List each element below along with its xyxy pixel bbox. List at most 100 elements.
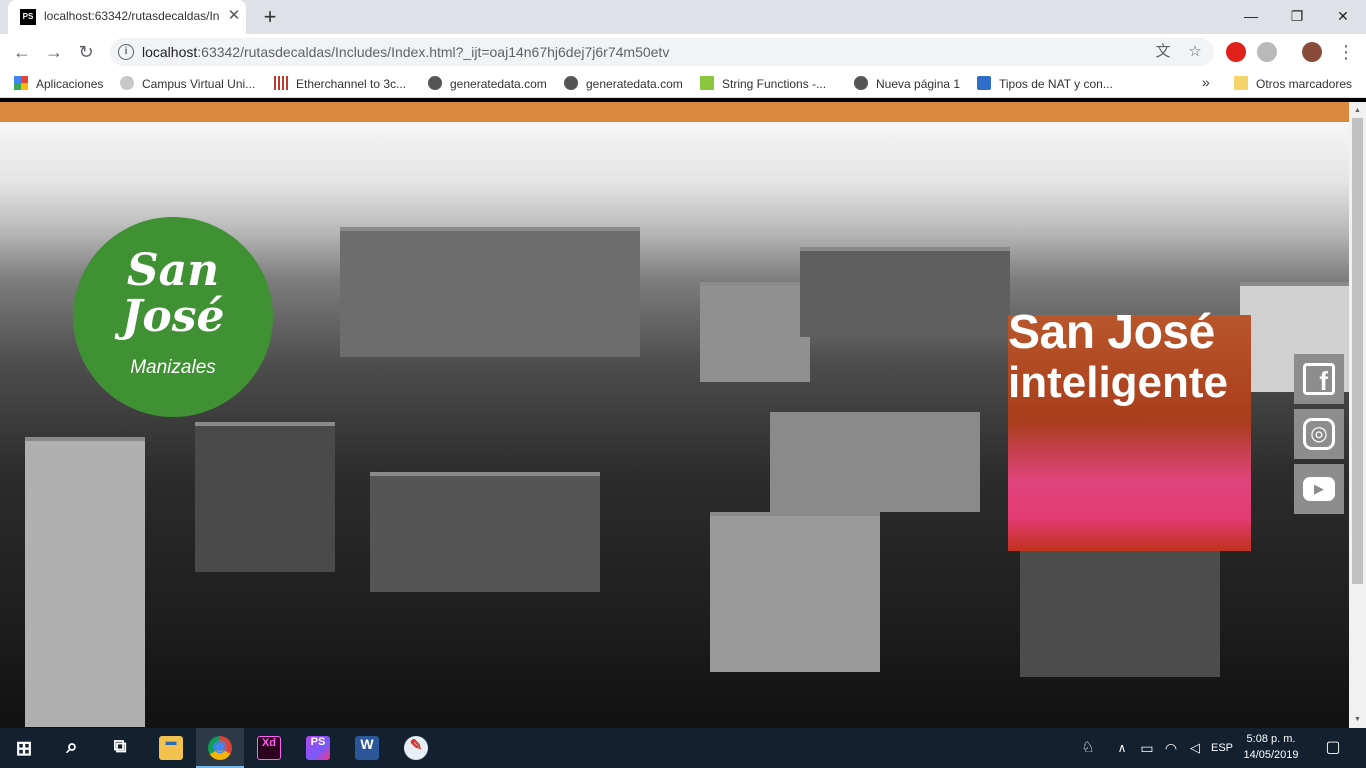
show-hidden-icons-icon[interactable]: ∧ (1114, 739, 1130, 757)
feature-title: San José (1008, 306, 1215, 359)
facebook-button[interactable]: f (1294, 354, 1344, 404)
windows-taskbar: ⊞ ⌕ ⧉ ▬ ◉ Xd PS W ✎ ♘ ∧ ▭ ◠ ◁ ESP 5:08 p… (0, 728, 1366, 768)
bookmark-campus-virtual[interactable]: Campus Virtual Uni... (120, 76, 255, 91)
instagram-button[interactable]: ◎ (1294, 409, 1344, 459)
opera-adblock-extension-icon[interactable] (1226, 42, 1246, 62)
start-button[interactable]: ⊞ (0, 728, 48, 768)
page-scrollbar[interactable]: ▲ ▼ (1349, 102, 1366, 728)
bookmark-label: Otros marcadores (1256, 77, 1353, 91)
word-icon: W (355, 736, 379, 760)
taskbar-clock[interactable]: 5:08 p. m. 14/05/2019 (1236, 731, 1306, 763)
bookmark-star-icon[interactable]: ☆ (1186, 43, 1204, 61)
volume-icon[interactable]: ◁ (1186, 739, 1204, 757)
windows-logo-icon: ⊞ (15, 738, 33, 760)
bookmark-etherchannel[interactable]: Etherchannel to 3c... (274, 76, 406, 91)
site-info-icon[interactable]: i (118, 44, 134, 60)
bookmark-label: generatedata.com (450, 77, 547, 91)
site-logo-icon (977, 76, 991, 90)
taskbar-paint[interactable]: ✎ (392, 728, 440, 768)
logo-city: Manizales (130, 357, 216, 378)
bookmark-generatedata-2[interactable]: generatedata.com (564, 76, 683, 91)
instagram-icon: ◎ (1303, 418, 1335, 450)
close-window-button[interactable]: ✕ (1320, 4, 1366, 28)
paint-icon: ✎ (404, 736, 428, 760)
profile-avatar[interactable] (1302, 42, 1322, 62)
task-view-button[interactable]: ⧉ (96, 728, 144, 768)
search-button[interactable]: ⌕ (48, 728, 96, 768)
house-shape (710, 512, 880, 672)
tab-title: localhost:63342/rutasdecaldas/In (44, 9, 220, 23)
chrome-icon: ◉ (208, 736, 232, 760)
apps-grid-icon (14, 76, 28, 90)
bookmark-label: String Functions -... (722, 77, 827, 91)
taskbar-phpstorm[interactable]: PS (294, 728, 342, 768)
house-shape (770, 412, 980, 512)
scroll-down-icon[interactable]: ▼ (1352, 714, 1363, 725)
chrome-menu-icon[interactable]: ⋮ (1334, 40, 1358, 64)
translate-icon[interactable]: 文 (1154, 43, 1172, 61)
header-accent-bar (0, 102, 1349, 122)
address-bar[interactable]: i localhost:63342/rutasdecaldas/Includes… (110, 38, 1214, 66)
house-shape (25, 437, 145, 727)
scroll-up-icon[interactable]: ▲ (1352, 105, 1363, 116)
taskbar-adobe-xd[interactable]: Xd (245, 728, 293, 768)
bookmark-label: Campus Virtual Uni... (142, 77, 256, 91)
extension-icon[interactable] (1257, 42, 1277, 62)
bookmark-label: Etherchannel to 3c... (296, 77, 407, 91)
wifi-icon[interactable]: ◠ (1162, 739, 1180, 757)
notifications-icon[interactable]: ▢ (1322, 739, 1344, 757)
house-shape (340, 227, 640, 357)
house-shape (800, 247, 1010, 337)
globe-icon (564, 76, 578, 90)
feature-subtitle: inteligente (1008, 358, 1229, 407)
bookmark-apps[interactable]: Aplicaciones (14, 76, 103, 91)
facebook-icon: f (1303, 363, 1335, 396)
browser-tab[interactable]: PS localhost:63342/rutasdecaldas/In ✕ (8, 0, 246, 34)
bookmark-nueva-pagina[interactable]: Nueva página 1 (854, 76, 960, 91)
bookmarks-overflow-button[interactable]: » (1202, 74, 1210, 90)
house-shape (1020, 547, 1220, 677)
bookmark-generatedata-1[interactable]: generatedata.com (428, 76, 547, 91)
logo-text-line2: José (121, 291, 225, 342)
bookmark-other-folder[interactable]: Otros marcadores (1234, 76, 1352, 91)
clock-date: 14/05/2019 (1243, 749, 1299, 761)
new-tab-button[interactable]: + (258, 5, 282, 29)
file-explorer-icon: ▬ (159, 736, 183, 760)
back-button[interactable]: ← (10, 40, 34, 64)
san-jose-logo[interactable]: San José Manizales (73, 217, 273, 417)
battery-icon[interactable]: ▭ (1138, 739, 1156, 757)
phpstorm-icon: PS (306, 736, 330, 760)
reload-button[interactable]: ↻ (74, 40, 98, 64)
bookmark-tipos-nat[interactable]: Tipos de NAT y con... (977, 76, 1113, 91)
page-viewport: San José Manizales San José inteligente … (0, 102, 1349, 728)
adobe-xd-icon: Xd (257, 736, 281, 760)
people-icon[interactable]: ♘ (1078, 739, 1098, 757)
youtube-button[interactable]: ▶ (1294, 464, 1344, 514)
language-indicator[interactable]: ESP (1208, 739, 1236, 757)
bookmark-label: Aplicaciones (36, 77, 104, 91)
tab-close-icon[interactable]: ✕ (226, 8, 242, 24)
forward-button[interactable]: → (42, 40, 66, 64)
folder-icon (1234, 76, 1248, 90)
globe-icon (854, 76, 868, 90)
bookmark-label: Nueva página 1 (876, 77, 961, 91)
address-url[interactable]: localhost:63342/rutasdecaldas/Includes/I… (142, 44, 669, 60)
taskbar-chrome[interactable]: ◉ (196, 728, 244, 768)
phpstorm-favicon-icon: PS (20, 9, 36, 25)
url-host: localhost (142, 44, 198, 60)
browser-toolbar: ← → ↻ i localhost:63342/rutasdecaldas/In… (0, 34, 1366, 70)
bookmark-label: Tipos de NAT y con... (999, 77, 1113, 91)
url-path: :63342/rutasdecaldas/Includes/Index.html… (197, 44, 670, 60)
globe-icon (120, 76, 134, 90)
house-shape (700, 282, 810, 382)
taskbar-file-explorer[interactable]: ▬ (147, 728, 195, 768)
taskbar-word[interactable]: W (343, 728, 391, 768)
bookmarks-bar: Aplicaciones Campus Virtual Uni... Ether… (0, 70, 1366, 98)
browser-titlebar: PS localhost:63342/rutasdecaldas/In ✕ + … (0, 0, 1366, 34)
logo-text-line1: San (126, 245, 220, 296)
bookmark-string-functions[interactable]: String Functions -... (700, 76, 826, 91)
minimize-button[interactable]: — (1228, 4, 1274, 28)
scroll-thumb[interactable] (1352, 118, 1363, 584)
globe-icon (428, 76, 442, 90)
maximize-button[interactable]: ❐ (1274, 4, 1320, 28)
